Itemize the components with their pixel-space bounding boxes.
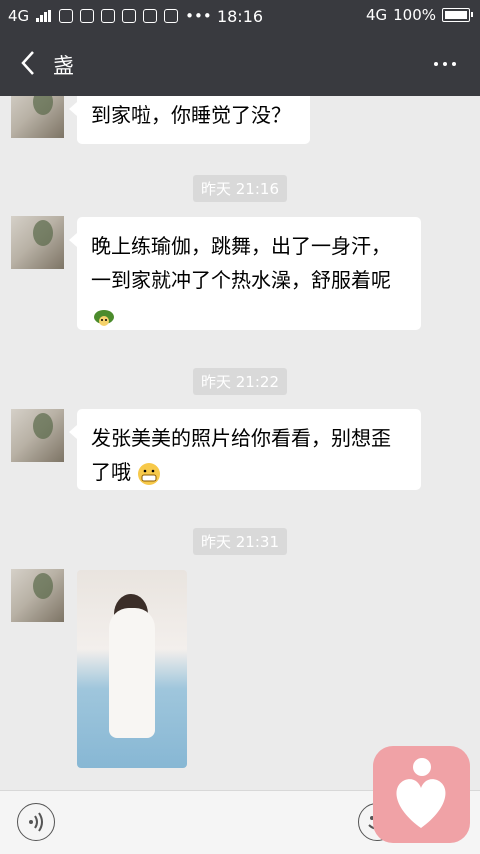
message-text: 到家啦，你睡觉了没？ xyxy=(91,103,291,127)
network-right-label: 4G xyxy=(365,6,388,24)
message-bubble[interactable]: 到家啦，你睡觉了没？ xyxy=(69,96,310,144)
more-options-icon[interactable] xyxy=(434,62,456,66)
voice-icon xyxy=(29,812,43,832)
photo-message[interactable] xyxy=(77,570,187,768)
message-line: 了哦 xyxy=(91,455,407,489)
message-line: 一到家就冲了个热水澡，舒服着呢 xyxy=(91,268,391,292)
chat-title: 盏 xyxy=(53,54,74,78)
heart-icon xyxy=(396,779,446,828)
message-line: 晚上练瑜伽，跳舞，出了一身汗， xyxy=(91,234,391,258)
turtle-emoji-icon xyxy=(94,309,114,326)
voice-input-button[interactable] xyxy=(17,803,55,841)
floating-heart-button[interactable] xyxy=(373,746,470,843)
avatar[interactable] xyxy=(11,569,64,622)
back-chevron-icon[interactable] xyxy=(14,48,44,78)
timestamp: 昨天 21:22 xyxy=(0,368,480,395)
message-bubble[interactable]: 晚上练瑜伽，跳舞，出了一身汗， 一到家就冲了个热水澡，舒服着呢 xyxy=(69,217,421,330)
timestamp: 昨天 21:31 xyxy=(0,528,480,555)
message-bubble[interactable]: 发张美美的照片给你看看，别想歪 了哦 xyxy=(69,409,421,490)
chat-header: 盏 xyxy=(0,32,480,96)
grimace-emoji-icon xyxy=(138,462,161,485)
chat-area[interactable]: 到家啦，你睡觉了没？ 昨天 21:16 晚上练瑜伽，跳舞，出了一身汗， 一到家就… xyxy=(0,96,480,790)
status-bar: 4G ••• 18:16 4G 100% xyxy=(0,0,480,32)
timestamp: 昨天 21:16 xyxy=(0,175,480,202)
avatar[interactable] xyxy=(11,216,64,269)
battery-icon xyxy=(442,8,473,22)
avatar[interactable] xyxy=(11,96,64,138)
message-line: 发张美美的照片给你看看，别想歪 xyxy=(91,426,391,450)
battery-label: 100% xyxy=(393,6,436,24)
status-right: 4G 100% xyxy=(365,6,473,24)
avatar[interactable] xyxy=(11,409,64,462)
